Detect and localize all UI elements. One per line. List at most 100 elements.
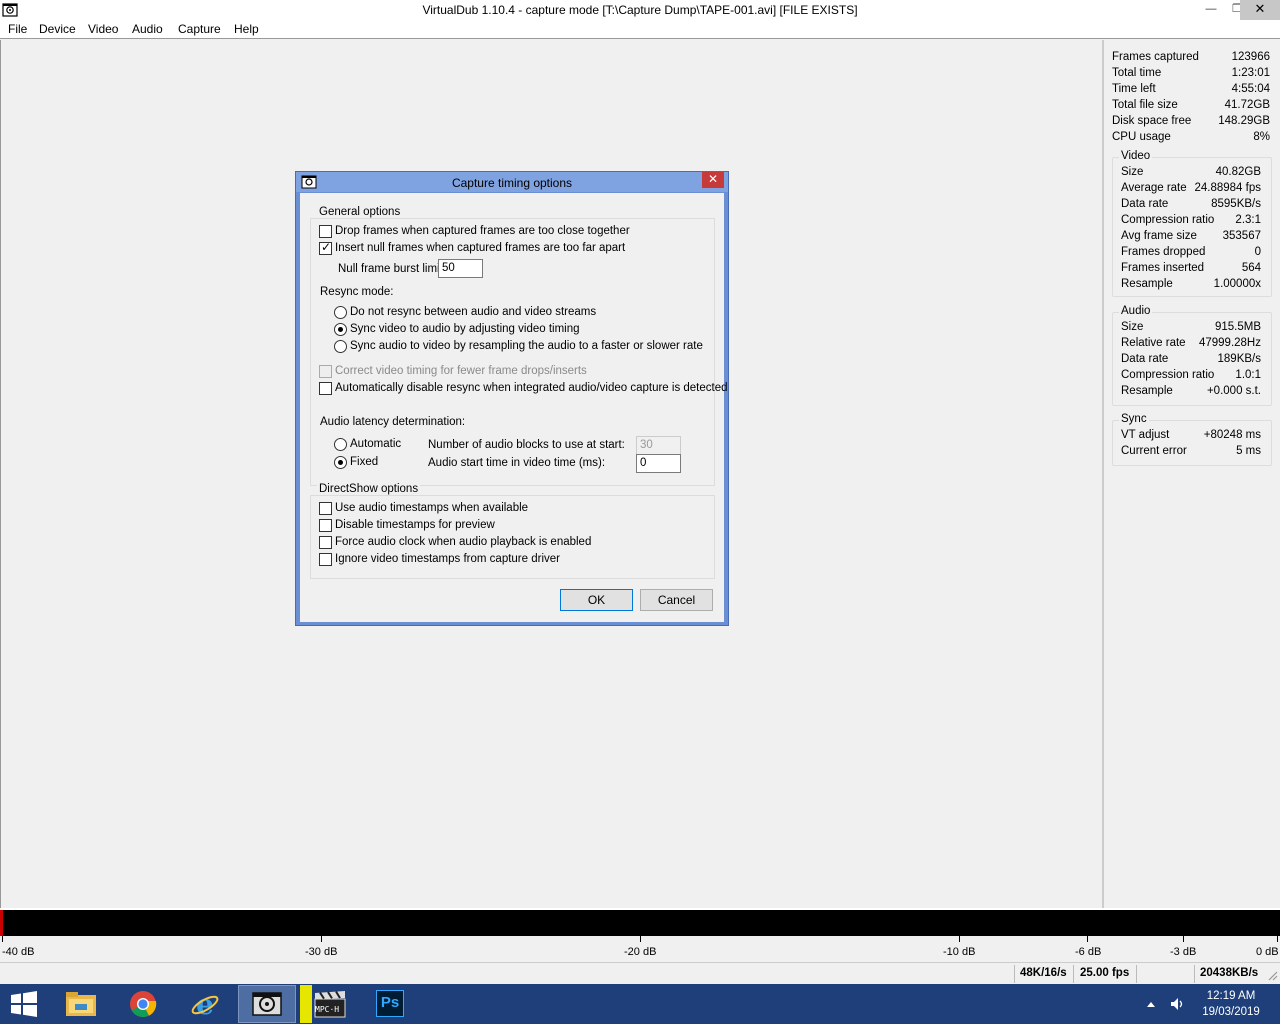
taskbar-chrome[interactable] [114,985,172,1023]
stat-value: 47999.28Hz [1198,337,1261,349]
resync-audio-to-video-radio[interactable]: Sync audio to video by resampling the au… [334,339,714,355]
stat-label: Data rate [1121,198,1169,210]
stat-row: Size 915.5MB [1121,321,1261,337]
stat-row: Size 40.82GB [1121,166,1261,182]
taskbar-photoshop[interactable]: Ps [362,985,420,1023]
stat-total-file-size: Total file size 41.72GB [1112,99,1270,115]
audio-start-time-input[interactable]: 0 [636,454,681,473]
stat-value: 1:23:01 [1231,67,1270,79]
scale-tick [1277,936,1278,942]
insert-null-frames-label: Insert null frames when captured frames … [335,242,626,254]
taskbar-virtualdub[interactable] [238,985,296,1023]
radio-circle-selected[interactable] [334,323,347,336]
stat-row: Frames inserted 564 [1121,262,1261,278]
volume-icon[interactable] [1170,997,1186,1011]
auto-disable-resync-checkbox[interactable]: Automatically disable resync when integr… [319,381,728,397]
menu-help[interactable]: Help [234,22,259,36]
dialog-title-bar[interactable]: Capture timing options ✕ [296,172,728,192]
radio-circle-selected[interactable] [334,456,347,469]
stat-row: Data rate 189KB/s [1121,353,1261,369]
checkbox-box[interactable] [319,536,332,549]
latency-automatic-radio[interactable]: Automatic [334,437,424,453]
use-audio-timestamps-checkbox[interactable]: Use audio timestamps when available [319,501,699,517]
checkbox-box[interactable] [319,553,332,566]
title-bar: VirtualDub 1.10.4 - capture mode [T:\Cap… [0,0,1280,20]
stat-label: Compression ratio [1121,214,1215,226]
drop-frames-checkbox[interactable]: Drop frames when captured frames are too… [319,224,699,240]
stat-label: Size [1121,166,1144,178]
checkbox-box[interactable] [319,225,332,238]
checkbox-box-checked[interactable] [319,240,332,255]
disable-preview-timestamps-checkbox[interactable]: Disable timestamps for preview [319,518,699,534]
resync-none-radio[interactable]: Do not resync between audio and video st… [334,305,714,321]
correct-timing-label: Correct video timing for fewer frame dro… [335,365,587,377]
stat-value: 2.3:1 [1235,214,1261,226]
mpc-label: MPC·H [315,1005,340,1014]
audio-blocks-input: 30 [636,436,681,455]
scale-tick [640,936,641,942]
stat-time-left: Time left 4:55:04 [1112,83,1270,99]
audio-start-time-label: Audio start time in video time (ms): [428,457,606,469]
stat-label: Avg frame size [1121,230,1197,242]
status-separator [1014,965,1015,983]
general-options-legend: General options [317,206,403,218]
ignore-video-timestamps-checkbox[interactable]: Ignore video timestamps from capture dri… [319,552,699,568]
menu-capture[interactable]: Capture [178,22,221,36]
taskbar-internet-explorer[interactable]: e [176,985,234,1023]
stat-label: Compression ratio [1121,369,1215,381]
cancel-button[interactable]: Cancel [640,589,713,611]
stat-value: 123966 [1231,51,1270,63]
stat-row: Compression ratio 1.0:1 [1121,369,1261,385]
checkbox-box[interactable] [319,519,332,532]
stat-label: Total file size [1112,99,1178,111]
menu-file[interactable]: File [8,22,27,36]
taskbar-mpc-hc[interactable]: MPC·H [300,985,358,1023]
latency-automatic-label: Automatic [350,438,402,450]
null-frame-burst-label: Null frame burst limit: [338,263,446,275]
status-separator [1073,965,1074,983]
audio-blocks-label: Number of audio blocks to use at start: [428,439,625,451]
audio-latency-label: Audio latency determination: [320,416,466,428]
size-grip-icon[interactable] [1266,969,1278,981]
latency-fixed-radio[interactable]: Fixed [334,455,424,471]
radio-circle[interactable] [334,340,347,353]
radio-circle[interactable] [334,306,347,319]
menu-audio[interactable]: Audio [132,22,163,36]
use-audio-timestamps-label: Use audio timestamps when available [335,502,529,514]
checkbox-box[interactable] [319,382,332,395]
menu-device[interactable]: Device [39,22,76,36]
insert-null-frames-checkbox[interactable]: Insert null frames when captured frames … [319,240,699,257]
null-frame-burst-input[interactable]: 50 [438,259,483,278]
dialog-body: General options Drop frames when capture… [300,193,728,622]
minimize-button[interactable]: — [1198,0,1224,20]
taskbar-file-explorer[interactable] [52,985,110,1023]
resync-video-to-audio-label: Sync video to audio by adjusting video t… [350,323,580,335]
latency-fixed-label: Fixed [350,456,379,468]
stat-value: 353567 [1222,230,1261,242]
stat-value: 40.82GB [1215,166,1261,178]
status-bar: 48K/16/s 25.00 fps 20438KB/s [0,962,1280,984]
stat-value: 8% [1253,131,1270,143]
force-audio-clock-checkbox[interactable]: Force audio clock when audio playback is… [319,535,699,551]
audio-level-meter [0,908,1280,936]
scale-label: -6 dB [1075,946,1102,958]
stat-value: 1.0:1 [1235,369,1261,381]
folder-icon [66,992,96,1016]
close-window-button[interactable]: ✕ [1240,0,1280,20]
stat-disk-space-free: Disk space free 148.29GB [1112,115,1270,131]
taskbar-clock[interactable]: 12:19 AM 19/03/2019 [1196,988,1266,1020]
radio-circle[interactable] [334,438,347,451]
scale-label: -30 dB [305,946,338,958]
ignore-video-timestamps-label: Ignore video timestamps from capture dri… [335,553,560,565]
windows-start-icon[interactable] [10,991,38,1017]
resync-video-to-audio-radio[interactable]: Sync video to audio by adjusting video t… [334,322,714,338]
correct-timing-checkbox: Correct video timing for fewer frame dro… [319,364,699,380]
checkbox-box[interactable] [319,502,332,515]
ok-button[interactable]: OK [560,589,633,611]
stat-label: Frames inserted [1121,262,1205,274]
tray-chevron-up-icon[interactable] [1146,1000,1156,1008]
resync-mode-label: Resync mode: [320,286,394,298]
stat-row: Frames dropped 0 [1121,246,1261,262]
menu-video[interactable]: Video [88,22,118,36]
dialog-close-button[interactable]: ✕ [702,172,724,188]
